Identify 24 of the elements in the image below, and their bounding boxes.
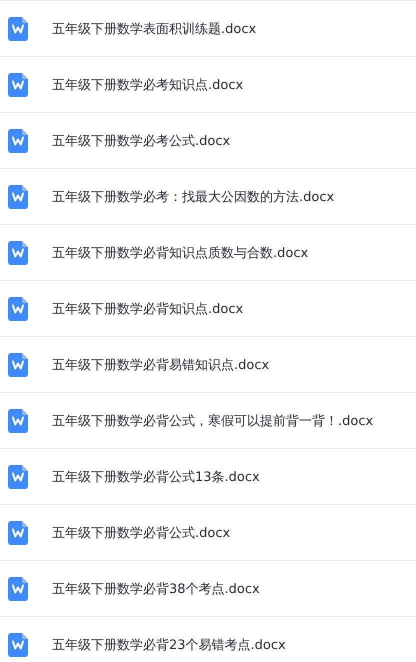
file-name[interactable]: 五年级下册数学必背公式，寒假可以提前背一背！.docx: [52, 412, 374, 430]
document-icon: [8, 72, 28, 96]
file-name[interactable]: 五年级下册数学必考知识点.docx: [52, 76, 244, 94]
document-icon: [8, 240, 28, 264]
document-icon: [8, 352, 28, 376]
file-name[interactable]: 五年级下册数学必考：找最大公因数的方法.docx: [52, 188, 334, 206]
document-icon: [8, 464, 28, 488]
file-name[interactable]: 五年级下册数学必背知识点.docx: [52, 300, 244, 318]
file-name[interactable]: 五年级下册数学必背公式13条.docx: [52, 468, 260, 486]
document-icon: [8, 184, 28, 208]
document-icon: [8, 576, 28, 600]
document-icon: [8, 520, 28, 544]
file-name[interactable]: 五年级下册数学必背公式.docx: [52, 524, 230, 542]
document-icon: [8, 408, 28, 432]
file-name[interactable]: 五年级下册数学必考公式.docx: [52, 132, 230, 150]
document-icon: [8, 128, 28, 152]
file-name[interactable]: 五年级下册数学必背23个易错考点.docx: [52, 636, 286, 654]
file-name[interactable]: 五年级下册数学必背知识点质数与合数.docx: [52, 244, 308, 262]
document-icon: [8, 16, 28, 40]
document-icon: [8, 296, 28, 320]
file-name[interactable]: 五年级下册数学必背易错知识点.docx: [52, 356, 270, 374]
file-name[interactable]: 五年级下册数学表面积训练题.docx: [52, 20, 256, 38]
document-icon: [8, 632, 28, 656]
file-name[interactable]: 五年级下册数学必背38个考点.docx: [52, 580, 260, 598]
